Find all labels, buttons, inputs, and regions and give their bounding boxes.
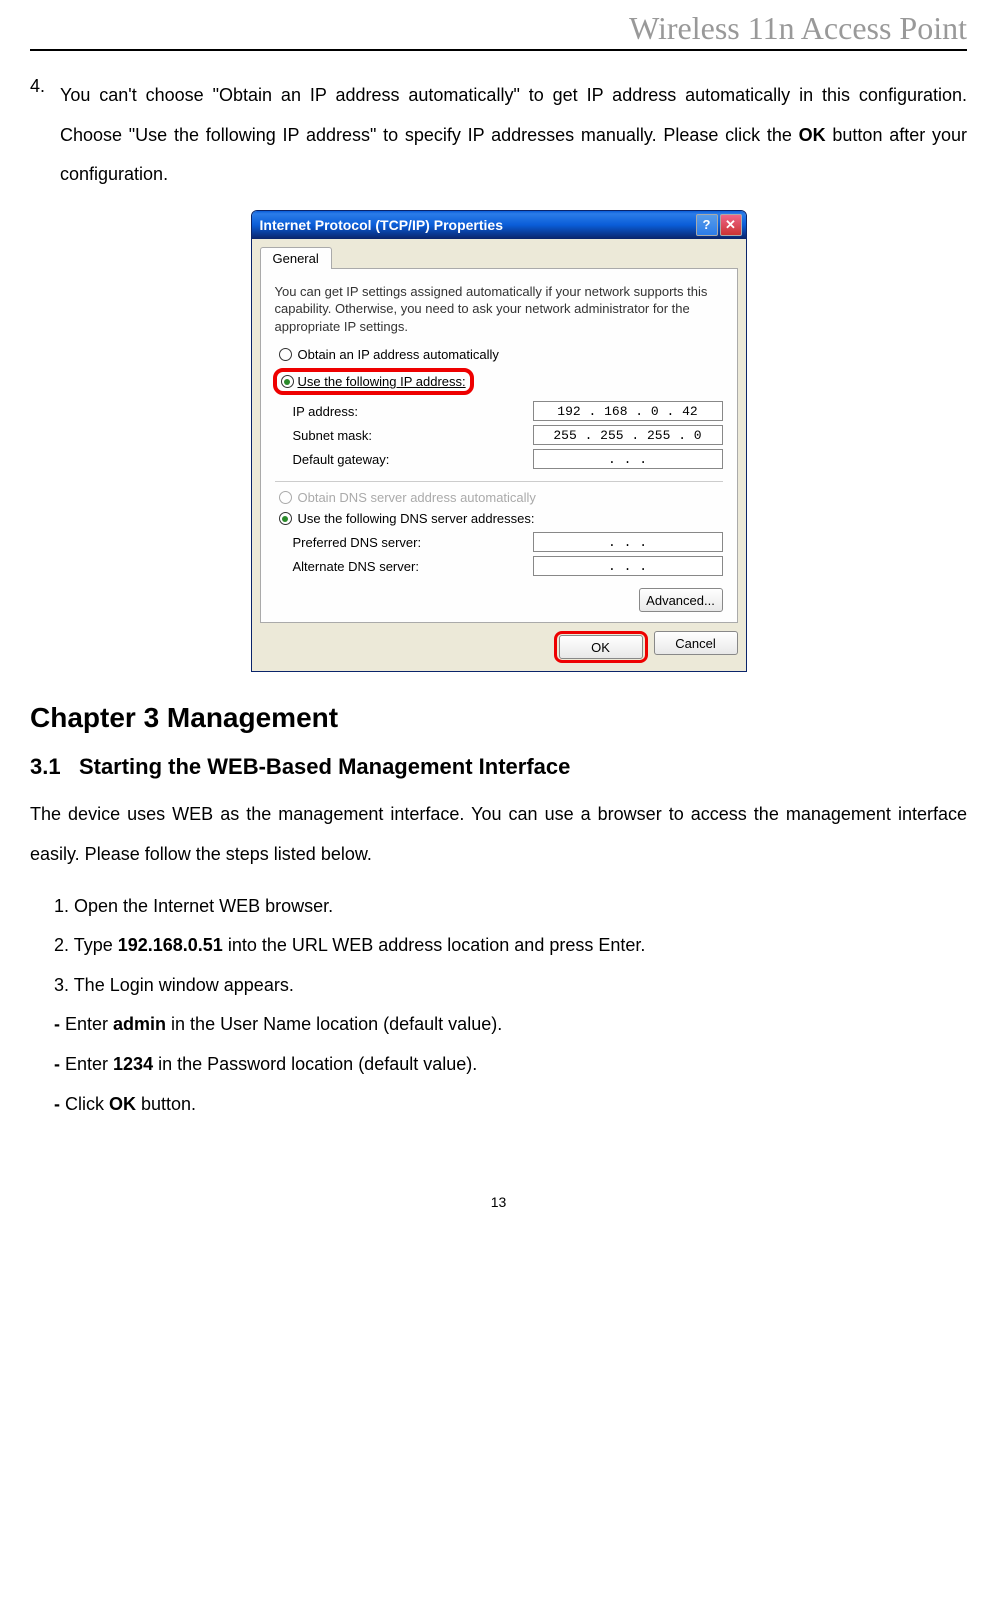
steps-list: 1. Open the Internet WEB browser. 2. Typ… bbox=[30, 887, 967, 1125]
radio-icon-checked bbox=[281, 375, 294, 388]
tab-area: General You can get IP settings assigned… bbox=[252, 239, 746, 624]
red-highlight-ok: OK bbox=[554, 631, 648, 663]
dialog-footer: OK Cancel bbox=[252, 623, 746, 671]
sub2-bold: 1234 bbox=[113, 1054, 153, 1074]
sub3-c: button. bbox=[136, 1094, 196, 1114]
sub3-bold: OK bbox=[109, 1094, 136, 1114]
gateway-label: Default gateway: bbox=[293, 452, 390, 467]
step-2: 2. Type 192.168.0.51 into the URL WEB ad… bbox=[54, 926, 967, 966]
tab-general[interactable]: General bbox=[260, 247, 332, 269]
tab-panel: You can get IP settings assigned automat… bbox=[260, 268, 738, 624]
sub3-bullet: - bbox=[54, 1094, 65, 1114]
step2-b: into the URL WEB address location and pr… bbox=[223, 935, 646, 955]
section-heading: Starting the WEB-Based Management Interf… bbox=[79, 754, 570, 779]
substep-1: - Enter admin in the User Name location … bbox=[54, 1005, 967, 1045]
dns-group: Obtain DNS server address automatically … bbox=[275, 481, 723, 576]
pref-dns-label: Preferred DNS server: bbox=[293, 535, 422, 550]
cancel-button[interactable]: Cancel bbox=[654, 631, 738, 655]
radio-use-ip-label[interactable]: Use the following IP address: bbox=[298, 374, 466, 389]
section-intro: The device uses WEB as the management in… bbox=[30, 795, 967, 874]
subnet-label: Subnet mask: bbox=[293, 428, 373, 443]
radio-use-ip-row: Use the following IP address: bbox=[275, 368, 723, 395]
ip-address-row: IP address: 192 . 168 . 0 . 42 bbox=[275, 401, 723, 421]
gateway-input[interactable]: . . . bbox=[533, 449, 723, 469]
page-number: 13 bbox=[30, 1194, 967, 1210]
alt-dns-input[interactable]: . . . bbox=[533, 556, 723, 576]
substep-3: - Click OK button. bbox=[54, 1085, 967, 1125]
chapter-title: Chapter 3 Management bbox=[30, 702, 967, 734]
step-3: 3. The Login window appears. bbox=[54, 966, 967, 1006]
radio-label: Use the following DNS server addresses: bbox=[298, 511, 535, 526]
advanced-button[interactable]: Advanced... bbox=[639, 588, 723, 612]
section-title: 3.1 Starting the WEB-Based Management In… bbox=[30, 754, 967, 780]
sub2-bullet: - bbox=[54, 1054, 65, 1074]
advanced-row: Advanced... bbox=[275, 588, 723, 612]
gateway-row: Default gateway: . . . bbox=[275, 449, 723, 469]
substep-2: - Enter 1234 in the Password location (d… bbox=[54, 1045, 967, 1085]
sub1-c: in the User Name location (default value… bbox=[166, 1014, 502, 1034]
radio-icon bbox=[279, 491, 292, 504]
ip-label: IP address: bbox=[293, 404, 359, 419]
sub1-bold: admin bbox=[113, 1014, 166, 1034]
close-button[interactable]: ✕ bbox=[720, 214, 742, 236]
help-button[interactable]: ? bbox=[696, 214, 718, 236]
red-highlight-radio: Use the following IP address: bbox=[273, 368, 474, 395]
step2-a: 2. Type bbox=[54, 935, 118, 955]
section-number: 3.1 bbox=[30, 754, 61, 779]
sub2-c: in the Password location (default value)… bbox=[153, 1054, 477, 1074]
sub1-b: Enter bbox=[65, 1014, 113, 1034]
sub2-b: Enter bbox=[65, 1054, 113, 1074]
dialog-info-text: You can get IP settings assigned automat… bbox=[275, 283, 723, 336]
sub3-b: Click bbox=[65, 1094, 109, 1114]
subnet-row: Subnet mask: 255 . 255 . 255 . 0 bbox=[275, 425, 723, 445]
list-item-4: 4. You can't choose "Obtain an IP addres… bbox=[30, 76, 967, 195]
subnet-input[interactable]: 255 . 255 . 255 . 0 bbox=[533, 425, 723, 445]
radio-label: Obtain DNS server address automatically bbox=[298, 490, 536, 505]
pref-dns-row: Preferred DNS server: . . . bbox=[275, 532, 723, 552]
page-header-title: Wireless 11n Access Point bbox=[30, 10, 967, 51]
dialog-titlebar: Internet Protocol (TCP/IP) Properties ? … bbox=[252, 211, 746, 239]
tcpip-dialog: Internet Protocol (TCP/IP) Properties ? … bbox=[251, 210, 747, 673]
titlebar-buttons: ? ✕ bbox=[696, 214, 742, 236]
alt-dns-label: Alternate DNS server: bbox=[293, 559, 419, 574]
pref-dns-input[interactable]: . . . bbox=[533, 532, 723, 552]
alt-dns-row: Alternate DNS server: . . . bbox=[275, 556, 723, 576]
step2-bold: 192.168.0.51 bbox=[118, 935, 223, 955]
ip-input[interactable]: 192 . 168 . 0 . 42 bbox=[533, 401, 723, 421]
dialog-title: Internet Protocol (TCP/IP) Properties bbox=[260, 217, 503, 233]
ok-button[interactable]: OK bbox=[559, 635, 643, 659]
dialog-screenshot: Internet Protocol (TCP/IP) Properties ? … bbox=[30, 210, 967, 673]
item-text-bold: OK bbox=[799, 125, 826, 145]
radio-icon-checked bbox=[279, 512, 292, 525]
radio-obtain-dns: Obtain DNS server address automatically bbox=[275, 490, 723, 505]
radio-obtain-ip[interactable]: Obtain an IP address automatically bbox=[275, 347, 723, 362]
item-text: You can't choose "Obtain an IP address a… bbox=[60, 76, 967, 195]
item-number: 4. bbox=[30, 76, 60, 195]
radio-icon bbox=[279, 348, 292, 361]
radio-label: Obtain an IP address automatically bbox=[298, 347, 499, 362]
step-1: 1. Open the Internet WEB browser. bbox=[54, 887, 967, 927]
sub1-bullet: - bbox=[54, 1014, 65, 1034]
radio-use-dns[interactable]: Use the following DNS server addresses: bbox=[275, 511, 723, 526]
